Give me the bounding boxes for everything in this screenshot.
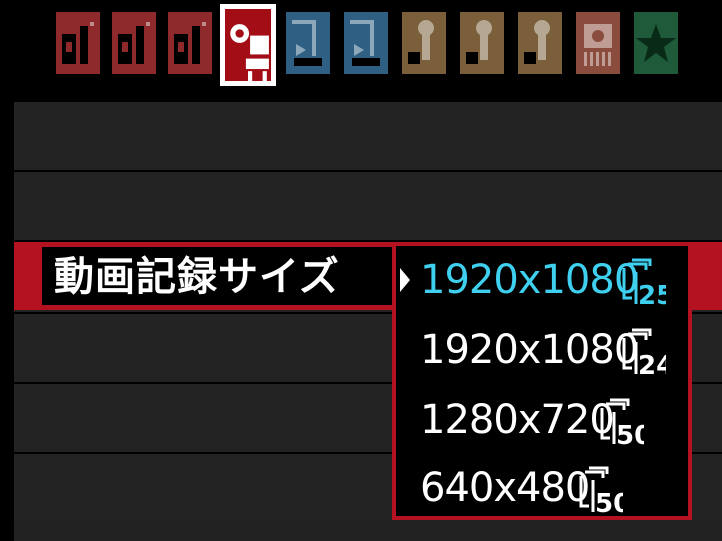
camera-tab-icon <box>168 12 212 74</box>
size-option-resolution: 1920x1080 <box>420 257 639 303</box>
shooting-tab-3[interactable] <box>168 12 212 74</box>
frame-rate-value: 50 <box>595 489 623 518</box>
playback-tab-icon <box>344 12 388 74</box>
frame-rate-icon: 50 <box>577 462 623 518</box>
shooting-tab-2[interactable] <box>112 12 156 74</box>
playback-tab-2[interactable] <box>344 12 388 74</box>
movie-size-dropdown[interactable]: 1920x1080 25 1920x1080 24 1280x720 50 640x480 5… <box>392 242 692 520</box>
selection-cursor-icon <box>400 268 410 292</box>
frame-rate-value: 50 <box>616 421 644 450</box>
shooting-tab-1[interactable] <box>56 12 100 74</box>
wrench-tab-icon <box>402 12 446 74</box>
size-option[interactable]: 1920x1080 25 <box>396 246 688 314</box>
wrench-tab-icon <box>518 12 562 74</box>
custom-camera-tab-icon <box>576 12 620 74</box>
size-option[interactable]: 1920x1080 24 <box>396 316 688 384</box>
movie-tab[interactable] <box>220 4 276 86</box>
frame-rate-icon: 50 <box>598 394 644 450</box>
frame-rate-icon: 25 <box>620 254 666 310</box>
menu-row-empty-1 <box>14 100 722 168</box>
size-option[interactable]: 640x480 50 <box>396 454 688 522</box>
setup-tab-1[interactable] <box>402 12 446 74</box>
menu-tab-bar <box>0 0 722 88</box>
setup-tab-2[interactable] <box>460 12 504 74</box>
size-option-resolution: 1280x720 <box>420 397 615 443</box>
menu-row-empty-2 <box>14 170 722 238</box>
frame-rate-value: 24 <box>638 351 666 380</box>
size-option-resolution: 640x480 <box>420 465 590 511</box>
movie-camera-tab-icon <box>230 24 269 81</box>
setup-tab-3[interactable] <box>518 12 562 74</box>
frame-rate-value: 25 <box>638 281 666 310</box>
playback-tab-icon <box>286 12 330 74</box>
custom-functions-tab[interactable] <box>576 12 620 74</box>
star-tab-icon <box>634 12 678 74</box>
frame-rate-icon: 24 <box>620 324 666 380</box>
menu-item-label: 動画記録サイズ <box>54 254 340 300</box>
size-option-resolution: 1920x1080 <box>420 327 639 373</box>
playback-tab-1[interactable] <box>286 12 330 74</box>
camera-tab-icon <box>56 12 100 74</box>
size-option[interactable]: 1280x720 50 <box>396 386 688 454</box>
wrench-tab-icon <box>460 12 504 74</box>
camera-tab-icon <box>112 12 156 74</box>
my-menu-tab[interactable] <box>634 12 678 74</box>
